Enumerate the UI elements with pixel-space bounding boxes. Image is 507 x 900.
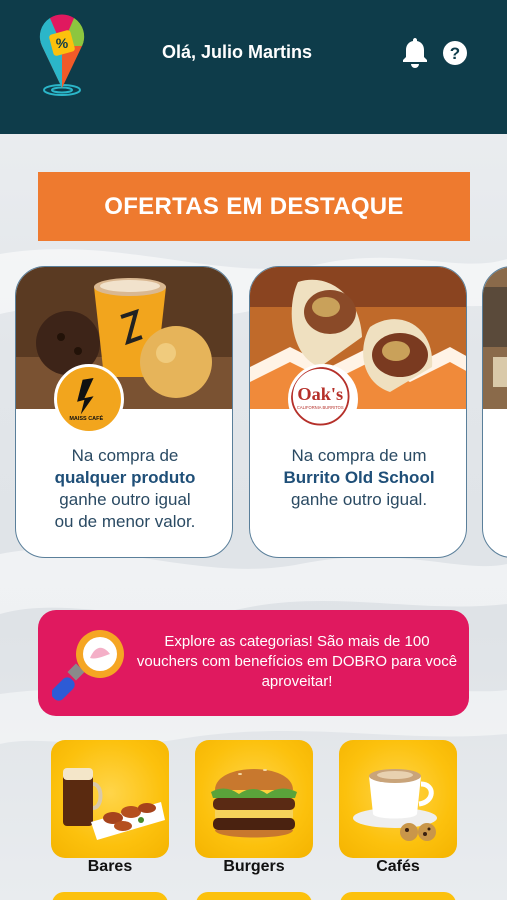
coffee-and-snacks-image: [16, 267, 232, 409]
svg-text:?: ?: [450, 44, 460, 63]
oaks-subtitle: CALIFORNIA BURRITOS: [297, 405, 344, 410]
offer-text-line: ou de menor valor.: [54, 512, 196, 531]
category-next-row[interactable]: [52, 892, 168, 900]
offer-description: Na compra de um Burrito Old School ganhe…: [250, 445, 466, 511]
featured-offers-title: OFERTAS EM DESTAQUE: [38, 172, 470, 241]
category-burgers[interactable]: Burgers: [195, 740, 313, 875]
maiss-cafe-wordmark: MAISS CAFÉ: [69, 414, 103, 422]
offer-text-intro: Na compra de um: [291, 446, 427, 465]
category-next-row[interactable]: [196, 892, 312, 900]
burrito-image: [250, 267, 466, 409]
category-bares[interactable]: Bares: [51, 740, 169, 875]
offer-highlight: Burrito Old School: [283, 468, 435, 487]
category-cafes[interactable]: Cafés: [339, 740, 457, 875]
maiss-cafe-logo: MAISS CAFÉ: [54, 364, 124, 434]
explore-categories-text: Explore as categorias! São mais de 100 v…: [136, 633, 458, 690]
category-next-row[interactable]: [340, 892, 456, 900]
offer-text-line: ganhe outro igual.: [290, 490, 428, 509]
next-offer-image: [483, 267, 507, 409]
offer-card-oaks[interactable]: Oak's CALIFORNIA BURRITOS Na compra de u…: [249, 266, 467, 558]
location-pin-percent-logo[interactable]: %: [36, 6, 88, 98]
magnifier-icon: [52, 630, 124, 701]
category-label: Burgers: [223, 858, 285, 875]
offer-card-next[interactable]: [482, 266, 507, 558]
offer-highlight: qualquer produto: [54, 468, 196, 487]
oaks-wordmark: Oak's: [297, 384, 343, 404]
offer-text-intro: Na compra de: [71, 446, 179, 465]
explore-categories-banner[interactable]: Explore as categorias! São mais de 100 v…: [38, 610, 469, 716]
offer-card-maiss-cafe[interactable]: MAISS CAFÉ Na compra de qualquer produto…: [15, 266, 233, 558]
category-label: Cafés: [376, 858, 420, 875]
burger-icon: [211, 769, 297, 838]
bell-icon[interactable]: [401, 36, 429, 68]
offer-text-line: ganhe outro igual: [59, 490, 191, 509]
beer-and-wings-icon: [63, 768, 165, 840]
oaks-logo: Oak's CALIFORNIA BURRITOS: [288, 364, 358, 434]
help-circle-icon[interactable]: ?: [442, 40, 468, 66]
category-label: Bares: [87, 858, 133, 875]
offer-description: Na compra de qualquer produto ganhe outr…: [16, 445, 232, 533]
greeting-text: Olá, Julio Martins: [162, 42, 313, 62]
svg-text:%: %: [56, 35, 69, 51]
coffee-cup-icon: [353, 769, 437, 841]
app-header: % Olá, Julio Martins ?: [0, 0, 507, 134]
